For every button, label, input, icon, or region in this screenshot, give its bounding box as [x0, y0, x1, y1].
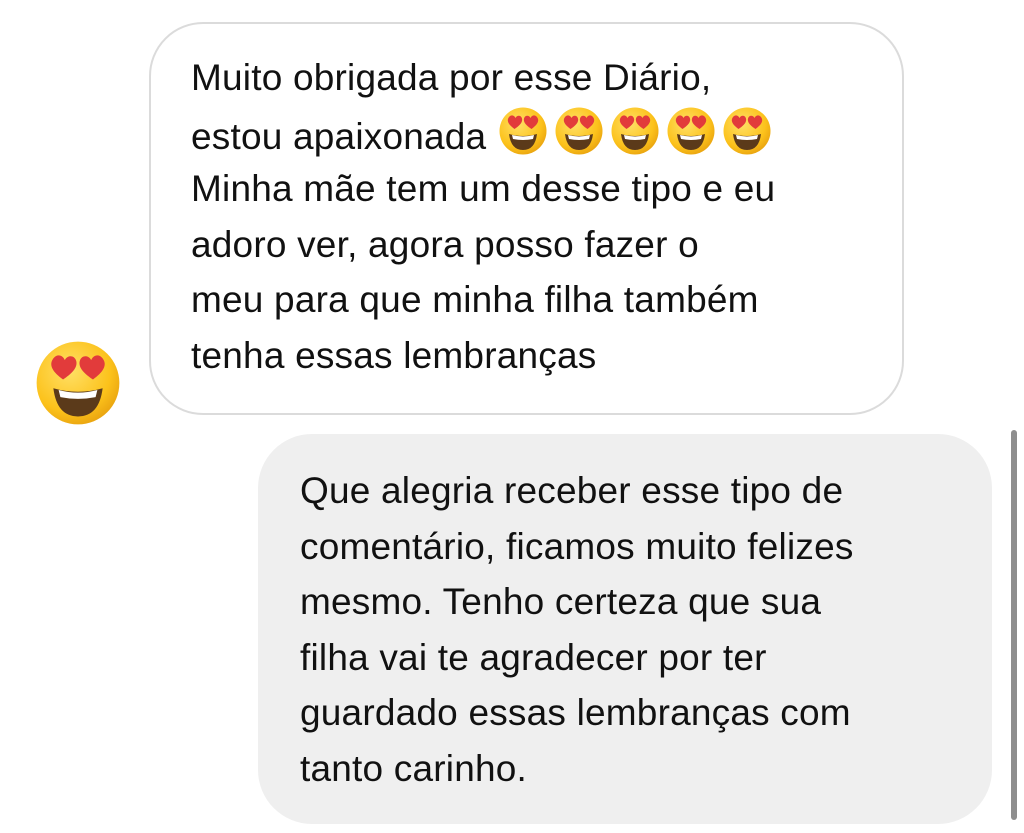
incoming-line-5: meu para que minha filha também — [191, 279, 759, 320]
outgoing-line-5: guardado essas lembranças com — [300, 692, 851, 733]
outgoing-message-bubble[interactable]: Que alegria receber esse tipo de comentá… — [258, 434, 992, 824]
incoming-message-bubble[interactable]: Muito obrigada por esse Diário, estou ap… — [149, 22, 904, 415]
outgoing-line-4: filha vai te agradecer por ter — [300, 636, 767, 678]
incoming-line-1: Muito obrigada por esse Diário, — [191, 57, 712, 98]
heart-eyes-emoji-icon — [554, 106, 604, 156]
heart-eyes-emoji-icon — [610, 106, 660, 156]
heart-eyes-emoji-icon — [666, 106, 716, 156]
outgoing-line-1: Que alegria receber esse tipo de — [300, 470, 844, 511]
incoming-line-2-text: estou apaixonada — [191, 115, 487, 157]
scrollbar-thumb[interactable] — [1011, 430, 1017, 820]
incoming-line-3: Minha mãe tem um desse tipo e eu — [191, 168, 776, 209]
incoming-line-2: estou apaixonada — [191, 106, 778, 162]
incoming-message-text: Muito obrigada por esse Diário, estou ap… — [191, 50, 778, 383]
chat-thread: Muito obrigada por esse Diário, estou ap… — [0, 0, 1024, 833]
outgoing-line-6: tanto carinho. — [300, 747, 528, 789]
outgoing-message-text: Que alegria receber esse tipo de comentá… — [300, 463, 854, 796]
outgoing-line-2: comentário, ficamos muito felizes — [300, 525, 854, 567]
heart-eyes-emoji-icon — [722, 106, 772, 156]
outgoing-line-3: mesmo. Tenho certeza que sua — [300, 581, 822, 622]
incoming-line-4: adoro ver, agora posso fazer o — [191, 223, 699, 265]
heart-eyes-reaction-icon[interactable] — [34, 339, 122, 427]
heart-eyes-emoji-icon — [498, 106, 548, 156]
incoming-line-6: tenha essas lembranças — [191, 334, 597, 376]
